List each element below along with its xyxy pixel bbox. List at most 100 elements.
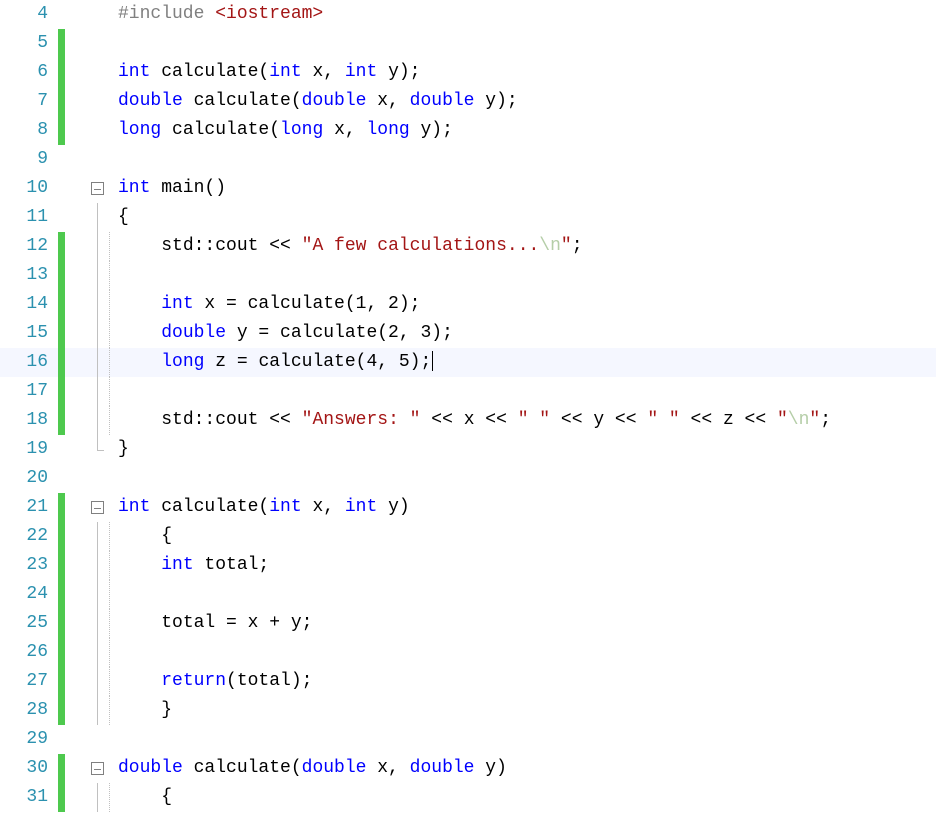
- code-line[interactable]: 23 int total;: [0, 551, 936, 580]
- token: double: [410, 91, 475, 111]
- code-content[interactable]: int total;: [118, 551, 936, 580]
- code-content[interactable]: long z = calculate(4, 5);: [118, 348, 936, 377]
- code-line[interactable]: 5: [0, 29, 936, 58]
- line-number: 17: [0, 377, 54, 406]
- line-number: 11: [0, 203, 54, 232]
- code-line[interactable]: 22 {: [0, 522, 936, 551]
- code-line[interactable]: 30double calculate(double x, double y): [0, 754, 936, 783]
- change-gutter: [54, 435, 88, 464]
- code-content[interactable]: double calculate(double x, double y);: [118, 87, 936, 116]
- change-bar: [58, 667, 65, 696]
- code-line[interactable]: 17: [0, 377, 936, 406]
- code-content[interactable]: int x = calculate(1, 2);: [118, 290, 936, 319]
- code-content[interactable]: #include <iostream>: [118, 0, 936, 29]
- outline-gutter: [88, 783, 106, 812]
- code-line[interactable]: 18 std::cout << "Answers: " << x << " " …: [0, 406, 936, 435]
- change-gutter: [54, 87, 88, 116]
- code-line[interactable]: 24: [0, 580, 936, 609]
- code-content[interactable]: long calculate(long x, long y);: [118, 116, 936, 145]
- token: << y <<: [550, 410, 647, 430]
- code-line[interactable]: 13: [0, 261, 936, 290]
- code-content[interactable]: double calculate(double x, double y): [118, 754, 936, 783]
- code-line[interactable]: 12 std::cout << "A few calculations...\n…: [0, 232, 936, 261]
- code-content[interactable]: }: [118, 435, 936, 464]
- token: double: [302, 91, 367, 111]
- code-content[interactable]: [118, 29, 936, 58]
- change-gutter: [54, 348, 88, 377]
- change-gutter: [54, 174, 88, 203]
- outline-gutter[interactable]: [88, 754, 106, 783]
- code-content[interactable]: double y = calculate(2, 3);: [118, 319, 936, 348]
- code-content[interactable]: [118, 580, 936, 609]
- token: " ": [518, 410, 550, 430]
- code-content[interactable]: std::cout << "Answers: " << x << " " << …: [118, 406, 936, 435]
- code-content[interactable]: [118, 638, 936, 667]
- token: x,: [366, 758, 409, 778]
- line-number: 23: [0, 551, 54, 580]
- code-content[interactable]: int calculate(int x, int y): [118, 493, 936, 522]
- indent-guide: [106, 783, 118, 812]
- code-content[interactable]: {: [118, 783, 936, 812]
- collapse-toggle-icon[interactable]: [91, 762, 104, 775]
- outline-gutter[interactable]: [88, 493, 106, 522]
- code-editor[interactable]: 4#include <iostream>56int calculate(int …: [0, 0, 936, 812]
- code-line[interactable]: 16 long z = calculate(4, 5);: [0, 348, 936, 377]
- change-gutter: [54, 754, 88, 783]
- change-bar: [58, 116, 65, 145]
- code-line[interactable]: 26: [0, 638, 936, 667]
- code-line[interactable]: 31 {: [0, 783, 936, 812]
- code-line[interactable]: 8long calculate(long x, long y);: [0, 116, 936, 145]
- outline-gutter: [88, 580, 106, 609]
- indent-guide: [106, 377, 118, 406]
- code-line[interactable]: 9: [0, 145, 936, 174]
- code-line[interactable]: 28 }: [0, 696, 936, 725]
- indent-guide: [106, 580, 118, 609]
- token: double: [161, 323, 226, 343]
- code-line[interactable]: 27 return(total);: [0, 667, 936, 696]
- code-line[interactable]: 29: [0, 725, 936, 754]
- code-line[interactable]: 21int calculate(int x, int y): [0, 493, 936, 522]
- code-line[interactable]: 4#include <iostream>: [0, 0, 936, 29]
- token: long: [366, 120, 409, 140]
- token: double: [410, 758, 475, 778]
- code-line[interactable]: 20: [0, 464, 936, 493]
- code-content[interactable]: int calculate(int x, int y);: [118, 58, 936, 87]
- token: int: [161, 555, 193, 575]
- token: }: [161, 700, 172, 720]
- token: "Answers: ": [302, 410, 421, 430]
- code-line[interactable]: 15 double y = calculate(2, 3);: [0, 319, 936, 348]
- indent-guide: [106, 464, 118, 493]
- code-content[interactable]: total = x + y;: [118, 609, 936, 638]
- line-number: 24: [0, 580, 54, 609]
- code-content[interactable]: std::cout << "A few calculations...\n";: [118, 232, 936, 261]
- code-content[interactable]: [118, 377, 936, 406]
- code-line[interactable]: 19}: [0, 435, 936, 464]
- code-content[interactable]: }: [118, 696, 936, 725]
- outline-gutter: [88, 0, 106, 29]
- code-line[interactable]: 10int main(): [0, 174, 936, 203]
- outline-gutter: [88, 232, 106, 261]
- outline-gutter[interactable]: [88, 174, 106, 203]
- code-content[interactable]: [118, 145, 936, 174]
- code-content[interactable]: {: [118, 522, 936, 551]
- indent-guide: [106, 725, 118, 754]
- code-line[interactable]: 25 total = x + y;: [0, 609, 936, 638]
- token: int: [345, 62, 377, 82]
- collapse-toggle-icon[interactable]: [91, 501, 104, 514]
- code-content[interactable]: [118, 464, 936, 493]
- line-number: 14: [0, 290, 54, 319]
- code-line[interactable]: 6int calculate(int x, int y);: [0, 58, 936, 87]
- code-content[interactable]: return(total);: [118, 667, 936, 696]
- token: x,: [302, 62, 345, 82]
- code-line[interactable]: 14 int x = calculate(1, 2);: [0, 290, 936, 319]
- change-bar: [58, 638, 65, 667]
- code-content[interactable]: [118, 725, 936, 754]
- code-content[interactable]: [118, 261, 936, 290]
- code-line[interactable]: 7double calculate(double x, double y);: [0, 87, 936, 116]
- collapse-toggle-icon[interactable]: [91, 182, 104, 195]
- code-content[interactable]: int main(): [118, 174, 936, 203]
- line-number: 31: [0, 783, 54, 812]
- code-line[interactable]: 11 {: [0, 203, 936, 232]
- code-content[interactable]: {: [118, 203, 936, 232]
- token: int: [118, 178, 150, 198]
